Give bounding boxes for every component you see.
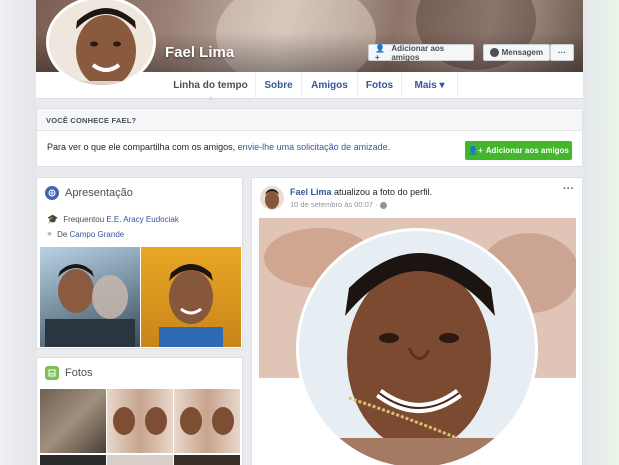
intro-card: Apresentação 🎓 Frequentou E.E. Aracy Eud… xyxy=(36,177,243,349)
post-header: Fael Lima atualizou a foto do perfil. 10… xyxy=(290,187,433,209)
post-card: Fael Lima atualizou a foto do perfil. 10… xyxy=(251,177,583,465)
school-link[interactable]: E.E. Aracy Eudociak xyxy=(106,215,178,224)
profile-picture[interactable] xyxy=(46,0,156,88)
photos-card: Fotos xyxy=(36,357,243,465)
send-request-link[interactable]: envie-lhe uma solicitação de amizade xyxy=(238,142,388,152)
globe-icon xyxy=(45,186,59,200)
tab-more[interactable]: Mais ▾ xyxy=(402,72,458,99)
featured-photo-1[interactable] xyxy=(40,247,140,347)
suggestion-heading: VOCÊ CONHECE FAEL? xyxy=(37,109,582,131)
add-friend-button[interactable]: 👤+ Adicionar aos amigos xyxy=(368,43,474,62)
blurred-right-edge xyxy=(583,0,619,465)
post-author-name[interactable]: Fael Lima xyxy=(290,187,332,197)
tab-about[interactable]: Sobre xyxy=(256,72,302,99)
post-image[interactable] xyxy=(259,218,576,465)
more-options-label: ··· xyxy=(558,48,566,57)
add-friend-icon: 👤+ xyxy=(375,43,385,62)
suggestion-text: Para ver o que ele compartilha com os am… xyxy=(47,142,391,152)
photo-thumb-4[interactable] xyxy=(40,455,106,465)
tab-photos[interactable]: Fotos xyxy=(358,72,402,99)
photo-thumb-3[interactable] xyxy=(174,389,240,453)
profile-name[interactable]: Fael Lima xyxy=(165,44,234,61)
hometown-row: ⌖ De Campo Grande xyxy=(47,229,125,239)
add-friend-green-label: Adicionar aos amigos xyxy=(485,146,569,155)
globe-icon xyxy=(379,201,387,209)
photos-title[interactable]: Fotos xyxy=(45,366,93,380)
education-row: 🎓 Frequentou E.E. Aracy Eudociak xyxy=(47,214,179,224)
post-menu-button[interactable]: ··· xyxy=(563,183,574,195)
tab-friends[interactable]: Amigos xyxy=(302,72,358,99)
intro-title: Apresentação xyxy=(45,186,133,200)
blurred-left-edge xyxy=(0,0,36,465)
photo-thumb-6[interactable] xyxy=(174,455,240,465)
message-label: Mensagem xyxy=(501,48,543,57)
add-friend-label: Adicionar aos amigos xyxy=(391,43,445,62)
tab-timeline[interactable]: Linha do tempo xyxy=(166,72,256,100)
location-pin-icon: ⌖ xyxy=(47,229,53,239)
graduation-cap-icon: 🎓 xyxy=(47,214,59,224)
featured-photo-2[interactable] xyxy=(141,247,241,347)
photo-thumb-5[interactable] xyxy=(107,455,173,465)
more-options-button[interactable]: ··· xyxy=(550,44,574,61)
photo-thumb-2[interactable] xyxy=(107,389,173,453)
city-link[interactable]: Campo Grande xyxy=(70,230,125,239)
post-author-avatar[interactable] xyxy=(260,186,284,210)
add-friend-icon: 👤+ xyxy=(468,146,483,155)
photos-icon xyxy=(45,366,59,380)
add-friend-button-green[interactable]: 👤+ Adicionar aos amigos xyxy=(465,141,572,160)
message-button[interactable]: Mensagem xyxy=(483,44,550,61)
friend-suggestion-box: VOCÊ CONHECE FAEL? Para ver o que ele co… xyxy=(36,108,583,167)
photo-thumb-1[interactable] xyxy=(40,389,106,453)
messenger-icon xyxy=(490,48,499,57)
post-timestamp[interactable]: 10 de setembro às 00:07 · xyxy=(290,200,432,209)
